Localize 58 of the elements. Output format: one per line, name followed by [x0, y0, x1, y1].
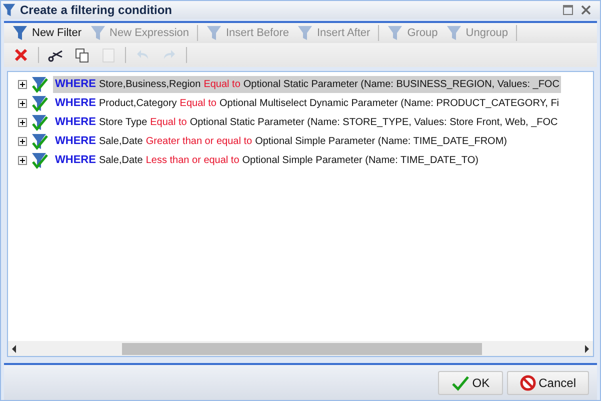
funnel-check-icon — [30, 152, 50, 170]
window-title: Create a filtering condition — [20, 2, 172, 19]
scroll-left-icon[interactable] — [11, 344, 17, 352]
maximize-icon[interactable] — [563, 5, 573, 15]
toolbar-button[interactable]: New Filter — [8, 23, 86, 43]
scissors-icon — [48, 48, 64, 62]
field-text: Store Type — [98, 116, 148, 130]
funnel-icon — [296, 25, 313, 41]
parameter-text: Optional Simple Parameter (Name: TIME_DATE_TO) — [242, 154, 478, 168]
field-text: Sale,Date — [98, 154, 143, 168]
condition-row[interactable]: WHERE Store,Business,Region Equal to Optional Static Parameter (Name: BUSINESS_REGION, Values: _FOC — [53, 76, 562, 93]
funnel-check-icon — [30, 132, 50, 150]
expand-icon[interactable] — [18, 137, 27, 146]
condition-row[interactable]: WHERE Sale,Date Greater than or equal to Optional Simple Parameter (Name: TIME_DATE_FROM) — [53, 133, 509, 150]
cancel-button[interactable]: Cancel — [506, 370, 589, 394]
operator-text: Greater than or equal to — [146, 135, 252, 149]
scroll-right-icon[interactable] — [584, 344, 590, 352]
keyword-text: WHERE — [55, 134, 96, 150]
expand-icon[interactable] — [18, 156, 27, 165]
field-text: Product,Category — [98, 97, 177, 111]
field-text: Sale,Date — [98, 135, 143, 149]
operator-text: Equal to — [150, 116, 187, 130]
expand-icon[interactable] — [18, 80, 27, 89]
prohibited-icon — [520, 374, 536, 390]
condition-row[interactable]: WHERE Sale,Date Less than or equal to Optional Simple Parameter (Name: TIME_DATE_TO) — [53, 152, 480, 169]
funnel-check-icon — [30, 76, 50, 94]
close-icon[interactable] — [581, 5, 591, 15]
funnel-check-icon — [30, 114, 50, 132]
parameter-text: Optional Multiselect Dynamic Parameter (Name: PRODUCT_CATEGORY, Fi — [219, 97, 560, 111]
paste-icon — [102, 48, 114, 62]
checkmark-icon — [451, 374, 470, 390]
funnel-icon — [206, 25, 222, 41]
parameter-text: Optional Static Parameter (Name: STORE_TYPE, Values: Store Front, Web, _FOC — [190, 116, 558, 130]
field-text: Store,Business,Region — [98, 78, 201, 92]
expand-icon[interactable] — [18, 99, 27, 108]
operator-text: Less than or equal to — [146, 154, 240, 168]
parameter-text: Optional Static Parameter (Name: BUSINESS_REGION, Values: _FOC — [243, 78, 560, 92]
funnel-icon — [12, 25, 28, 41]
operator-text: Equal to — [180, 97, 216, 111]
parameter-text: Optional Simple Parameter (Name: TIME_DATE_FROM) — [255, 135, 507, 149]
ok-button[interactable]: OK — [438, 370, 503, 394]
keyword-text: WHERE — [55, 96, 96, 112]
redo-icon — [162, 49, 176, 61]
condition-row[interactable]: WHERE Store Type Equal to Optional Static Parameter (Name: STORE_TYPE, Values: Store Front, Web, _FOC — [53, 114, 560, 131]
filter-icon — [2, 3, 16, 17]
operator-text: Equal to — [204, 78, 240, 92]
keyword-text: WHERE — [55, 115, 96, 130]
funnel-check-icon — [30, 94, 50, 112]
scrollbar-thumb[interactable] — [122, 342, 482, 354]
undo-icon — [136, 49, 150, 61]
keyword-text: WHERE — [55, 153, 96, 168]
condition-row[interactable]: WHERE Product,Category Equal to Optional Multiselect Dynamic Parameter (Name: PRODUCT_CATEGORY, Fi — [53, 95, 562, 112]
delete-icon — [14, 48, 28, 62]
copy-icon — [75, 48, 89, 62]
horizontal-scrollbar[interactable] — [8, 341, 593, 356]
keyword-text: WHERE — [55, 77, 96, 92]
expand-icon[interactable] — [18, 118, 27, 127]
funnel-icon — [90, 25, 106, 41]
